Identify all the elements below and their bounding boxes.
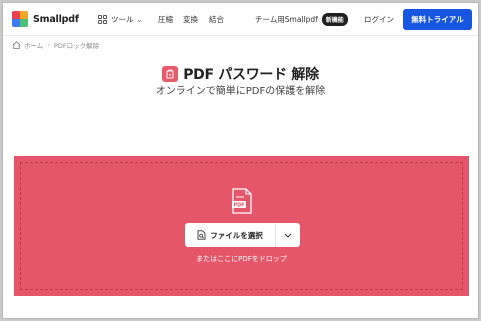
- tools-menu[interactable]: ツール ⌄: [98, 14, 142, 25]
- tools-label: ツール: [111, 15, 134, 24]
- nav-compress[interactable]: 圧縮: [158, 14, 173, 25]
- team-link[interactable]: チーム用Smallpdf 新機能: [255, 13, 348, 26]
- drop-hint: またはここにPDFをドロップ: [196, 255, 287, 263]
- file-search-icon: [197, 230, 206, 240]
- pdf-file-icon: PDF: [232, 188, 252, 214]
- logo-text: Smallpdf: [33, 13, 79, 25]
- upload-source-dropdown[interactable]: [276, 223, 300, 247]
- nav-convert[interactable]: 変換: [183, 14, 198, 25]
- choose-file-button[interactable]: ファイルを選択: [185, 223, 275, 247]
- breadcrumb: ホーム › PDFロック解除: [12, 40, 99, 50]
- title-row: PDF パスワード 解除: [3, 64, 478, 84]
- free-trial-button[interactable]: 無料トライアル: [403, 9, 472, 30]
- logo[interactable]: Smallpdf: [12, 11, 79, 27]
- home-icon: [12, 41, 21, 49]
- top-header: Smallpdf ツール ⌄ 圧縮 変換 結合 チーム用Smallpdf 新機能…: [3, 3, 478, 36]
- choose-file-group: ファイルを選択: [185, 223, 300, 247]
- grid-icon: [98, 15, 107, 24]
- browser-page: Smallpdf ツール ⌄ 圧縮 変換 結合 チーム用Smallpdf 新機能…: [2, 2, 479, 319]
- file-dropzone[interactable]: PDF ファイルを選択 またはここにPDFをドロップ: [14, 156, 469, 296]
- unlock-tool-icon: [162, 66, 179, 82]
- login-link[interactable]: ログイン: [364, 14, 394, 25]
- breadcrumb-separator-icon: ›: [47, 41, 50, 49]
- smallpdf-logo-icon: [12, 11, 28, 27]
- breadcrumb-current: PDFロック解除: [53, 42, 100, 50]
- nav-merge[interactable]: 結合: [209, 14, 224, 25]
- new-feature-badge: 新機能: [321, 13, 348, 26]
- pdf-file-icon-label: PDF: [234, 203, 245, 209]
- page-title: PDF パスワード 解除: [183, 67, 319, 83]
- page-subtitle: オンラインで簡単にPDFの保護を解除: [155, 86, 326, 97]
- breadcrumb-home[interactable]: ホーム: [24, 40, 43, 50]
- chevron-down-icon: ⌄: [136, 15, 143, 24]
- team-label: チーム用Smallpdf: [255, 15, 318, 24]
- chevron-down-icon: [284, 233, 292, 238]
- choose-file-label: ファイルを選択: [210, 230, 263, 240]
